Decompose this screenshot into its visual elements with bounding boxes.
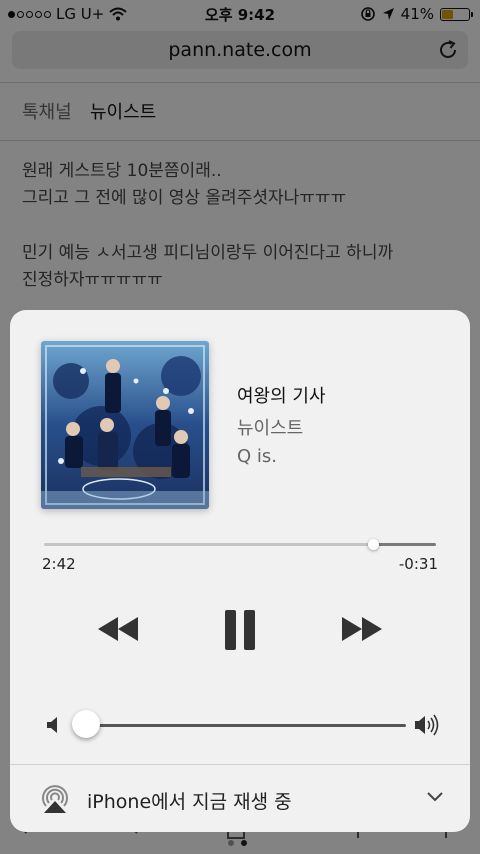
volume-slider[interactable] — [42, 708, 442, 742]
volume-min-icon — [47, 717, 57, 733]
album-art — [41, 341, 209, 509]
elapsed-time: 2:42 — [42, 555, 76, 573]
airplay-label: iPhone에서 지금 재생 중 — [87, 791, 292, 813]
track-album: Q is. — [237, 446, 277, 467]
remaining-time: -0:31 — [398, 555, 438, 573]
rewind-icon[interactable] — [96, 615, 140, 643]
scrubber-knob[interactable] — [368, 539, 380, 550]
fast-forward-icon[interactable] — [340, 615, 384, 643]
airplay-audio-icon — [42, 785, 68, 813]
volume-knob[interactable] — [72, 710, 100, 738]
track-title: 여왕의 기사 — [237, 386, 326, 407]
volume-max-icon — [415, 714, 439, 736]
chevron-down-icon[interactable] — [426, 791, 444, 803]
now-playing-card: 여왕의 기사 뉴이스트 Q is. 2:42 -0:31 iPhone에서 지금… — [10, 310, 470, 832]
playback-scrubber[interactable] — [44, 538, 436, 552]
airplay-selector[interactable]: iPhone에서 지금 재생 중 — [10, 765, 470, 832]
scrubber-elapsed-bar — [44, 543, 374, 546]
track-artist: 뉴이스트 — [237, 418, 304, 439]
pause-icon[interactable] — [223, 609, 257, 651]
volume-track — [86, 724, 406, 727]
scrubber-remaining-bar — [373, 543, 436, 546]
